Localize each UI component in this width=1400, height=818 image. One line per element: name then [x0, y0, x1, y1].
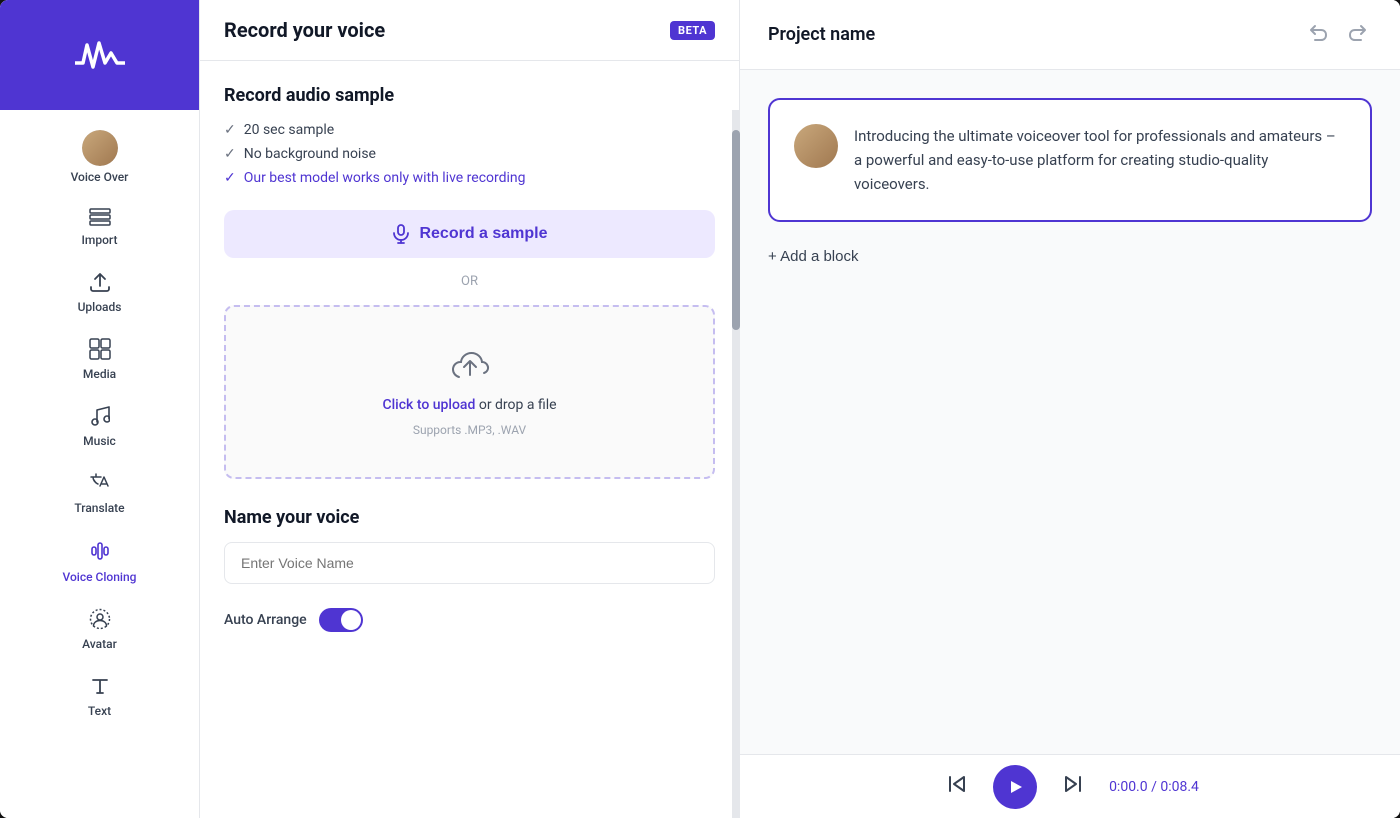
- user-avatar: [82, 130, 118, 166]
- voice-cloning-icon: [88, 539, 112, 566]
- upload-click-link[interactable]: Click to upload: [382, 397, 475, 413]
- sidebar-item-import[interactable]: Import: [10, 198, 189, 257]
- record-sample-button[interactable]: Record a sample: [224, 210, 715, 258]
- check-icon-3: ✓: [224, 170, 236, 186]
- add-block-button[interactable]: + Add a block: [768, 238, 858, 275]
- panel-wrapper: Record your voice BETA Record audio samp…: [200, 0, 740, 818]
- checklist: ✓ 20 sec sample ✓ No background noise ✓ …: [224, 122, 715, 186]
- redo-button[interactable]: [1344, 18, 1372, 51]
- player-time: 0:00.0 / 0:08.4: [1109, 779, 1199, 795]
- record-btn-label: Record a sample: [419, 225, 547, 243]
- checklist-item-1: ✓ 20 sec sample: [224, 122, 715, 138]
- checklist-text-3: Our best model works only with live reco…: [244, 170, 526, 186]
- upload-zone[interactable]: Click to upload or drop a file Supports …: [224, 305, 715, 479]
- sidebar-item-media[interactable]: Media: [10, 328, 189, 391]
- project-name: Project name: [768, 24, 875, 45]
- header-actions: [1304, 18, 1372, 51]
- checklist-item-2: ✓ No background noise: [224, 146, 715, 162]
- undo-button[interactable]: [1304, 18, 1332, 51]
- block-avatar: [794, 124, 838, 168]
- block-text: Introducing the ultimate voiceover tool …: [854, 124, 1346, 196]
- main-body: Introducing the ultimate voiceover tool …: [740, 70, 1400, 754]
- skip-forward-button[interactable]: [1057, 768, 1089, 806]
- or-divider: OR: [224, 274, 715, 289]
- microphone-icon: [391, 224, 411, 244]
- music-icon: [90, 405, 110, 430]
- main-header: Project name: [740, 0, 1400, 70]
- avatar-icon: [89, 608, 111, 633]
- play-icon: [1006, 778, 1024, 796]
- media-icon: [89, 338, 111, 363]
- total-time: 0:08.4: [1160, 779, 1199, 795]
- current-time: 0:00.0: [1109, 779, 1148, 795]
- auto-arrange-label: Auto Arrange: [224, 612, 307, 628]
- translate-icon: [89, 472, 111, 497]
- upload-drop-text: or drop a file: [475, 397, 556, 413]
- sidebar-item-label: Voice Cloning: [63, 570, 137, 584]
- check-icon-2: ✓: [224, 146, 236, 162]
- panel-scrollbar-thumb: [732, 130, 740, 330]
- check-icon-1: ✓: [224, 122, 236, 138]
- sidebar-item-avatar[interactable]: Avatar: [10, 598, 189, 661]
- panel-header: Record your voice BETA: [200, 0, 739, 61]
- sidebar-item-uploads[interactable]: Uploads: [10, 261, 189, 324]
- auto-arrange-row: Auto Arrange: [224, 608, 715, 632]
- sidebar-item-label: Uploads: [78, 300, 122, 314]
- checklist-text-1: 20 sec sample: [244, 122, 334, 138]
- upload-text[interactable]: Click to upload or drop a file: [382, 397, 556, 413]
- upload-cloud-icon: [448, 347, 492, 387]
- time-separator: /: [1148, 779, 1161, 795]
- sidebar-item-label: Voice Over: [71, 170, 129, 184]
- logo-icon: [75, 35, 125, 75]
- panel-scrollbar[interactable]: [732, 110, 740, 818]
- sidebar-logo: [0, 0, 199, 110]
- sidebar-item-label: Avatar: [82, 637, 117, 651]
- sidebar: Voice Over Import Uploads: [0, 0, 200, 818]
- play-button[interactable]: [993, 765, 1037, 809]
- skip-forward-icon: [1061, 772, 1085, 796]
- toggle-thumb: [341, 610, 361, 630]
- voice-block[interactable]: Introducing the ultimate voiceover tool …: [768, 98, 1372, 222]
- upload-hint: Supports .MP3, .WAV: [413, 423, 526, 437]
- player-bar: 0:00.0 / 0:08.4: [740, 754, 1400, 818]
- sidebar-nav: Voice Over Import Uploads: [0, 110, 199, 738]
- beta-badge: BETA: [670, 21, 715, 40]
- name-section-title: Name your voice: [224, 507, 715, 528]
- voice-name-input[interactable]: [224, 542, 715, 584]
- skip-back-button[interactable]: [941, 768, 973, 806]
- undo-icon: [1308, 22, 1328, 42]
- checklist-text-2: No background noise: [244, 146, 376, 162]
- redo-icon: [1348, 22, 1368, 42]
- uploads-icon: [89, 271, 111, 296]
- skip-back-icon: [945, 772, 969, 796]
- sidebar-item-label: Media: [83, 367, 116, 381]
- checklist-item-3: ✓ Our best model works only with live re…: [224, 170, 715, 186]
- sidebar-item-music[interactable]: Music: [10, 395, 189, 458]
- text-icon: [89, 675, 111, 700]
- panel-title: Record your voice: [224, 18, 385, 42]
- sidebar-item-translate[interactable]: Translate: [10, 462, 189, 525]
- add-block-label: + Add a block: [768, 248, 858, 265]
- auto-arrange-toggle[interactable]: [319, 608, 363, 632]
- sidebar-item-voice-over[interactable]: Voice Over: [10, 120, 189, 194]
- sidebar-item-label: Text: [88, 704, 111, 718]
- audio-sample-title: Record audio sample: [224, 85, 715, 106]
- import-icon: [89, 208, 111, 229]
- sidebar-item-label: Import: [82, 233, 118, 247]
- sidebar-item-label: Music: [83, 434, 116, 448]
- panel-content: Record audio sample ✓ 20 sec sample ✓ No…: [200, 61, 739, 818]
- sidebar-item-voice-cloning[interactable]: Voice Cloning: [10, 529, 189, 594]
- sidebar-item-text[interactable]: Text: [10, 665, 189, 728]
- sidebar-item-label: Translate: [74, 501, 124, 515]
- main-content: Project name Introdu: [740, 0, 1400, 818]
- record-panel: Record your voice BETA Record audio samp…: [200, 0, 740, 818]
